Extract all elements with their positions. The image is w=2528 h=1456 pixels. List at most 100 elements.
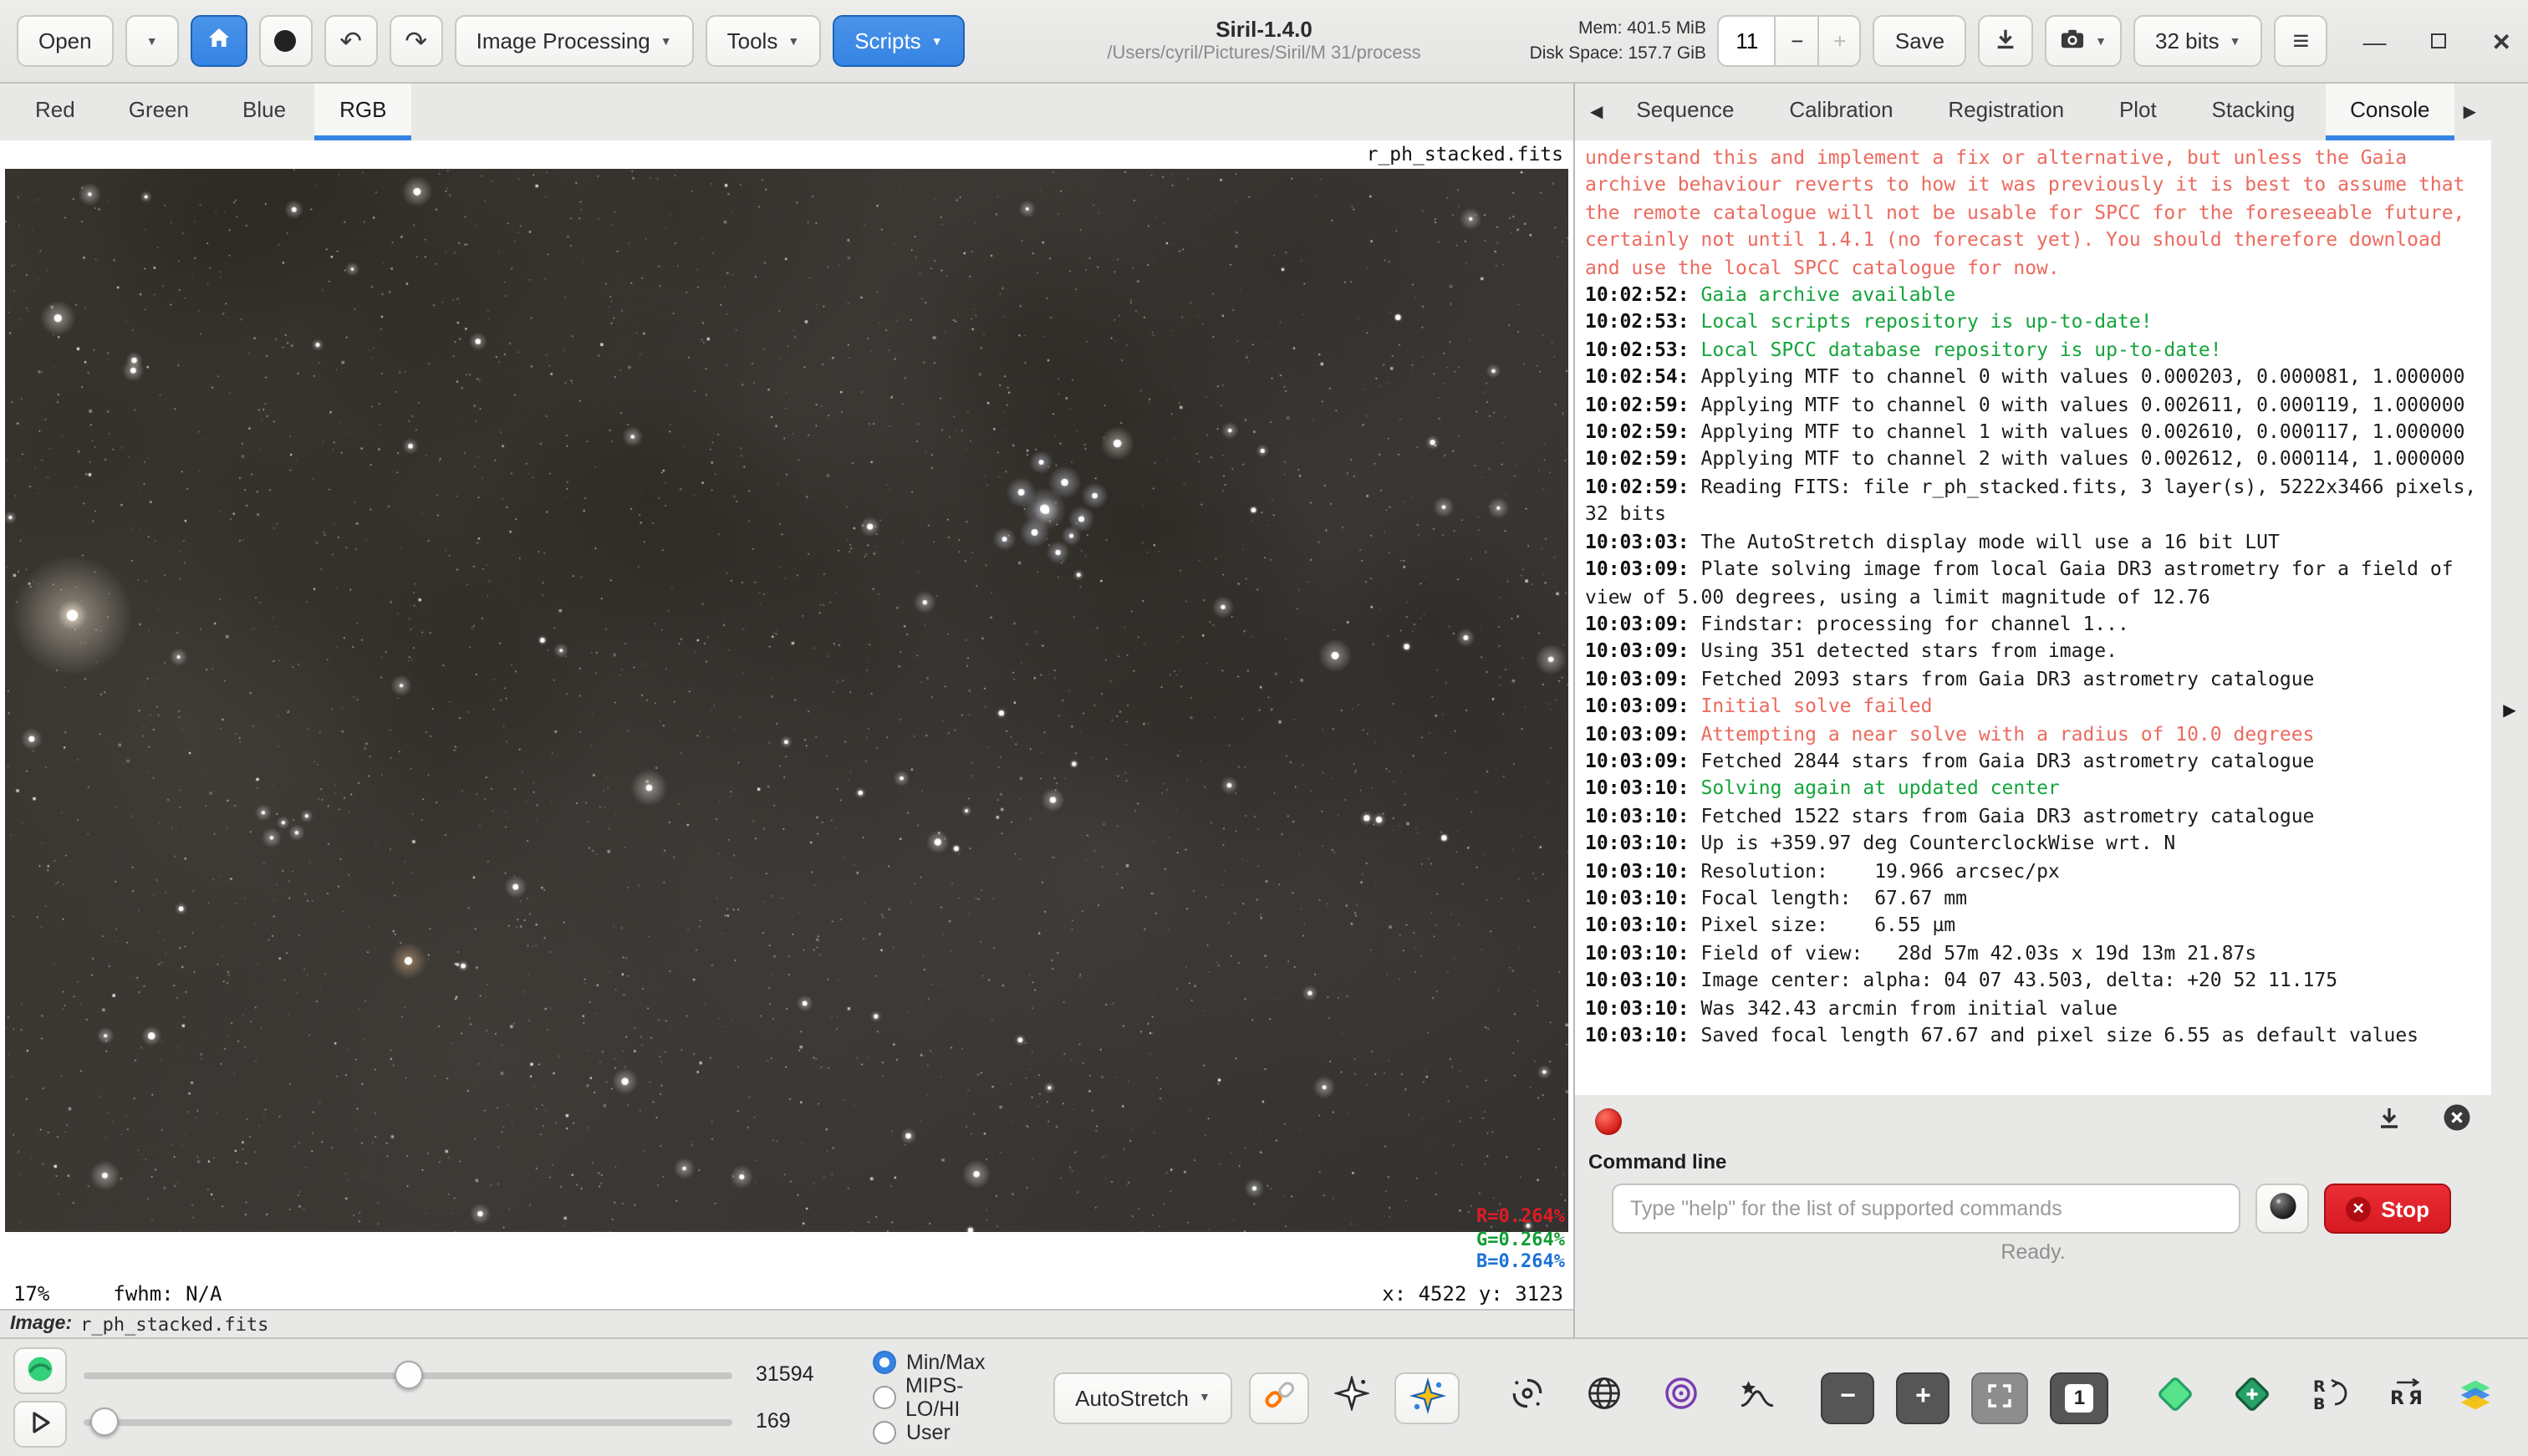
bit-depth-button[interactable]: 32 bits ▼ [2133,15,2263,67]
channel-swap-button[interactable]: RB [2302,1371,2356,1424]
zoom-fit-button[interactable] [1971,1372,2029,1423]
image-compositing-button[interactable] [2225,1371,2279,1424]
redo-button[interactable]: ↷ [389,15,443,67]
image-canvas[interactable] [5,169,1568,1232]
low-cut-slider[interactable] [84,1405,732,1437]
one-to-one-icon: 1 [2065,1383,2094,1412]
tab-registration[interactable]: Registration [1923,84,2089,140]
svg-text:B: B [2312,1394,2324,1412]
diamond-layers-icon [2155,1373,2195,1422]
home-button[interactable] [190,15,247,67]
command-input[interactable] [1612,1184,2241,1234]
console-line: 10:03:10: Fetched 1522 stars from Gaia D… [1585,803,2315,827]
high-cut-slider[interactable] [84,1358,732,1390]
expander-button[interactable] [13,1401,67,1448]
tab-console[interactable]: Console [2325,84,2455,140]
tab-green[interactable]: Green [104,84,214,140]
console-line: 10:03:10: Resolution: 19.966 arcsec/px [1585,858,2060,883]
radio-minmax[interactable]: Min/Max [873,1347,1013,1377]
tab-stacking[interactable]: Stacking [2187,84,2321,140]
snapshot-button[interactable]: ▼ [2045,15,2123,67]
record-button[interactable] [258,15,313,67]
collapse-panel-button[interactable]: ▶ [2503,701,2515,720]
maximize-button[interactable] [2431,33,2447,48]
astrometry-button[interactable] [1500,1371,1553,1424]
radio-mips[interactable]: MIPS-LO/HI [873,1374,1013,1421]
tab-scroll-right-button[interactable]: ▶ [2455,84,2485,140]
image-processing-menu-button[interactable]: Image Processing ▼ [454,15,694,67]
zoom-one-button[interactable]: 1 [2050,1372,2109,1423]
tab-rgb[interactable]: RGB [314,84,412,140]
tab-red[interactable]: Red [10,84,100,140]
minimize-button[interactable]: — [2363,29,2387,53]
console-log[interactable]: understand this and implement a fix or a… [1575,140,2491,1095]
thread-decrement-button[interactable]: − [1774,15,1818,67]
console-line: 10:03:10: Field of view: 28d 57m 42.03s … [1585,940,2257,965]
scripts-label: Scripts [854,28,921,53]
console-line: 10:03:09: Fetched 2844 stars from Gaia D… [1585,748,2315,772]
hamburger-menu-button[interactable]: ≡ [2274,15,2328,67]
star-detection-button[interactable] [1326,1371,1378,1424]
slider-handle[interactable] [89,1407,119,1435]
pixel-value-readout: R=0.264% G=0.264% B=0.264% [1476,1205,1565,1275]
stop-x-icon: ✕ [2346,1196,2372,1221]
radio-user[interactable]: User [873,1418,1013,1448]
open-recent-button[interactable]: ▼ [125,15,179,67]
pixelmath-button[interactable] [2148,1371,2202,1424]
tab-green-label: Green [128,97,189,122]
memory-label: Mem: 401.5 MiB [1577,18,1706,39]
radio-icon[interactable] [873,1386,895,1409]
image-label-prefix: Image: [10,1314,73,1334]
svg-text:R: R [2312,1377,2325,1395]
celestial-grid-button[interactable] [1577,1371,1630,1424]
photometry-button[interactable] [1654,1371,1707,1424]
export-log-button[interactable] [2376,1104,2403,1139]
tab-blue[interactable]: Blue [217,84,311,140]
chevron-down-icon: ▼ [1199,1392,1210,1404]
channel-link-toggle[interactable] [1248,1372,1310,1423]
console-line: 10:03:09: Fetched 2093 stars from Gaia D… [1585,666,2315,690]
plus-icon: + [1833,28,1847,53]
image-name-row: Image: r_ph_stacked.fits [0,1309,1573,1337]
dynamic-psf-button[interactable] [1394,1372,1460,1423]
zoom-out-button[interactable]: − [1821,1372,1875,1423]
undo-button[interactable]: ↶ [324,15,378,67]
tab-plot[interactable]: Plot [2094,84,2182,140]
console-line: 10:03:09: Findstar: processing for chann… [1585,611,2129,635]
open-button[interactable]: Open [17,15,114,67]
save-as-button[interactable] [1978,15,2034,67]
clear-console-button[interactable] [2443,1103,2471,1140]
mirror-button[interactable]: RЯ [2379,1371,2433,1424]
radio-user-label: User [906,1421,951,1444]
globe-grid-icon [1584,1374,1623,1421]
notebook-tabs: ◀ Sequence Calibration Registration Plot… [1575,84,2491,140]
tab-calibration[interactable]: Calibration [1764,84,1918,140]
command-helper-button[interactable] [2255,1184,2310,1234]
tab-sequence[interactable]: Sequence [1611,84,1759,140]
open-button-label: Open [38,28,92,53]
chevron-down-icon: ▼ [2095,36,2108,48]
display-toolbar: 31594 169 Min/Max MIPS-LO/HI User AutoSt… [0,1337,2528,1456]
green-display-button[interactable] [13,1347,67,1394]
tools-menu-button[interactable]: Tools ▼ [705,15,822,67]
thread-count-input[interactable] [1717,15,1775,67]
green-value: G=0.264% [1476,1228,1565,1250]
star-profile-button[interactable] [1730,1371,1784,1424]
zoom-in-button[interactable]: + [1896,1372,1950,1423]
right-notebook-panel: ◀ Sequence Calibration Registration Plot… [1573,84,2491,1337]
tab-scroll-left-button[interactable]: ◀ [1582,84,1611,140]
scripts-menu-button[interactable]: Scripts ▼ [833,15,965,67]
thread-increment-button[interactable]: + [1817,15,1862,67]
image-processing-label: Image Processing [476,28,650,53]
radio-icon[interactable] [873,1351,896,1374]
slider-handle[interactable] [395,1360,424,1388]
stop-button[interactable]: ✕ Stop [2324,1184,2451,1234]
layers-button[interactable] [2449,1371,2501,1424]
save-button[interactable]: Save [1873,15,1967,67]
stretch-mode-select[interactable]: AutoStretch ▼ [1053,1372,1232,1423]
command-row: ✕ Stop [1575,1177,2491,1240]
close-button[interactable]: ✕ [2492,29,2511,53]
radio-icon[interactable] [873,1421,896,1444]
image-status-bar: 17% fwhm: N/A x: 4522 y: 3123 [13,1282,1563,1306]
slider-track[interactable] [84,1418,732,1425]
